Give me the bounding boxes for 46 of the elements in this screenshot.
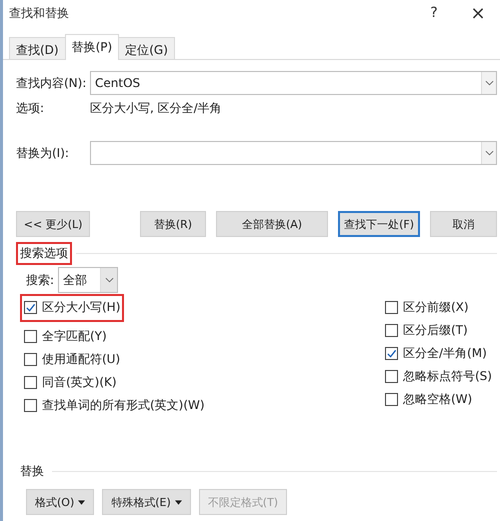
search-label: 搜索: (26, 272, 54, 288)
checkbox-label: 全字匹配(Y) (42, 328, 107, 345)
checkbox[interactable] (24, 399, 37, 412)
help-button[interactable]: ? (412, 0, 456, 26)
checkbox-label: 同音(英文)(K) (42, 374, 117, 391)
chevron-down-icon (484, 150, 494, 156)
search-dropdown[interactable]: 全部 (58, 267, 118, 293)
section-title: 搜索选项 (16, 242, 72, 265)
format-button[interactable]: 格式(O) (26, 489, 94, 515)
dialog-button[interactable]: 替换(R) (140, 211, 206, 237)
checkbox[interactable] (385, 324, 398, 337)
dialog-button[interactable]: 取消 (430, 211, 497, 237)
checkbox[interactable] (24, 301, 37, 314)
checkbox[interactable] (385, 393, 398, 406)
checkbox-label: 忽略标点符号(S) (403, 368, 492, 385)
checkbox[interactable] (385, 301, 398, 314)
chevron-down-icon (104, 277, 114, 283)
tab[interactable]: 定位(G) (118, 37, 175, 59)
checkbox[interactable] (24, 330, 37, 343)
checkbox-label: 区分大小写(H) (42, 299, 120, 316)
dialog-button[interactable]: << 更少(L) (16, 211, 90, 237)
find-field[interactable]: CentOS (90, 71, 497, 95)
replace-field[interactable] (90, 141, 497, 165)
checkbox-label: 查找单词的所有形式(英文)(W) (42, 397, 205, 414)
section-title: 替换 (19, 463, 45, 480)
options-label: 选项: (16, 100, 46, 117)
checkbox[interactable] (24, 376, 37, 389)
close-button[interactable]: × (456, 0, 500, 26)
window-title: 查找和替换 (9, 4, 69, 22)
format-button[interactable]: 特殊格式(E) (102, 489, 191, 515)
tab[interactable]: 替换(P) (64, 34, 120, 60)
options-value: 区分大小写, 区分全/半角 (90, 100, 222, 117)
checkbox-label: 忽略空格(W) (403, 391, 472, 408)
chevron-down-icon (484, 80, 494, 86)
dialog-button[interactable]: 查找下一处(F) (338, 211, 420, 237)
checkbox[interactable] (385, 370, 398, 383)
checkbox[interactable] (24, 353, 37, 366)
dialog-button[interactable]: 全部替换(A) (216, 211, 328, 237)
checkbox-label: 区分全/半角(M) (403, 345, 487, 362)
checkbox[interactable] (385, 347, 398, 360)
field-label: 查找内容(N): (16, 74, 88, 92)
tab[interactable]: 查找(D) (9, 37, 66, 59)
checkbox-label: 区分前缀(X) (403, 299, 469, 316)
checkbox-label: 使用通配符(U) (42, 351, 120, 368)
field-label: 替换为(I): (16, 144, 70, 162)
checkbox-label: 区分后缀(T) (403, 322, 468, 339)
